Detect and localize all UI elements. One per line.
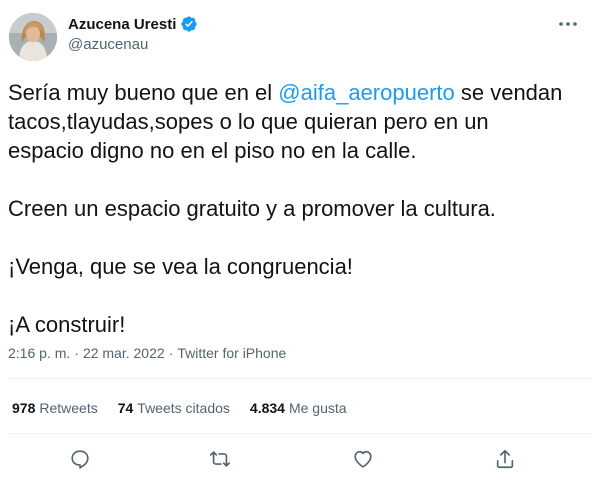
tweet-line: ¡A construir!: [8, 312, 126, 337]
mention-link[interactable]: @aifa_aeropuerto: [278, 80, 454, 105]
retweets-count: 978: [12, 400, 36, 416]
quotes-stat[interactable]: 74 Tweets citados: [118, 400, 230, 416]
tweet-line: Creen un espacio gratuito y a promover l…: [8, 196, 496, 221]
tweet-line: ¡Venga, que se vea la congruencia!: [8, 254, 353, 279]
divider: [8, 378, 592, 379]
tweet-date[interactable]: 22 mar. 2022: [83, 345, 165, 361]
tweet-line: Sería muy bueno que en el @aifa_aeropuer…: [8, 78, 584, 107]
verified-badge-icon: [180, 15, 198, 33]
tweet-text: Sería muy bueno que en el @aifa_aeropuer…: [8, 78, 584, 339]
action-bar: [0, 445, 592, 473]
tweet-text-segment: Sería muy bueno que en el: [8, 80, 279, 105]
author-name-row: Azucena Uresti: [68, 14, 198, 34]
tweet-meta: 2:16 p. m. · 22 mar. 2022 · Twitter for …: [8, 345, 286, 361]
retweets-label: Retweets: [39, 400, 98, 416]
quotes-label: Tweets citados: [137, 400, 230, 416]
share-icon[interactable]: [491, 445, 519, 473]
tweet-stats: 978 Retweets 74 Tweets citados 4.834 Me …: [12, 400, 367, 416]
tweet-time[interactable]: 2:16 p. m.: [8, 345, 70, 361]
tweet-source[interactable]: Twitter for iPhone: [177, 345, 286, 361]
retweets-stat[interactable]: 978 Retweets: [12, 400, 98, 416]
heart-icon[interactable]: [349, 445, 377, 473]
quotes-count: 74: [117, 400, 134, 416]
meta-separator: ·: [168, 345, 174, 361]
author-display-name[interactable]: Azucena Uresti: [68, 16, 176, 33]
avatar[interactable]: [9, 13, 57, 61]
tweet-line: espacio digno no en el piso no en la cal…: [8, 138, 417, 163]
tweet-text-segment: se vendan: [454, 80, 563, 105]
meta-separator: ·: [74, 345, 79, 361]
likes-stat[interactable]: 4.834 Me gusta: [250, 400, 347, 416]
author-handle[interactable]: @azucenau: [68, 36, 148, 53]
divider: [8, 433, 592, 434]
likes-count: 4.834: [249, 400, 285, 416]
retweet-icon[interactable]: [206, 445, 234, 473]
likes-label: Me gusta: [288, 400, 347, 416]
reply-icon[interactable]: [66, 445, 94, 473]
more-options-icon[interactable]: [556, 14, 580, 34]
tweet-line: tacos,tlayudas,sopes o lo que quieran pe…: [8, 109, 489, 134]
